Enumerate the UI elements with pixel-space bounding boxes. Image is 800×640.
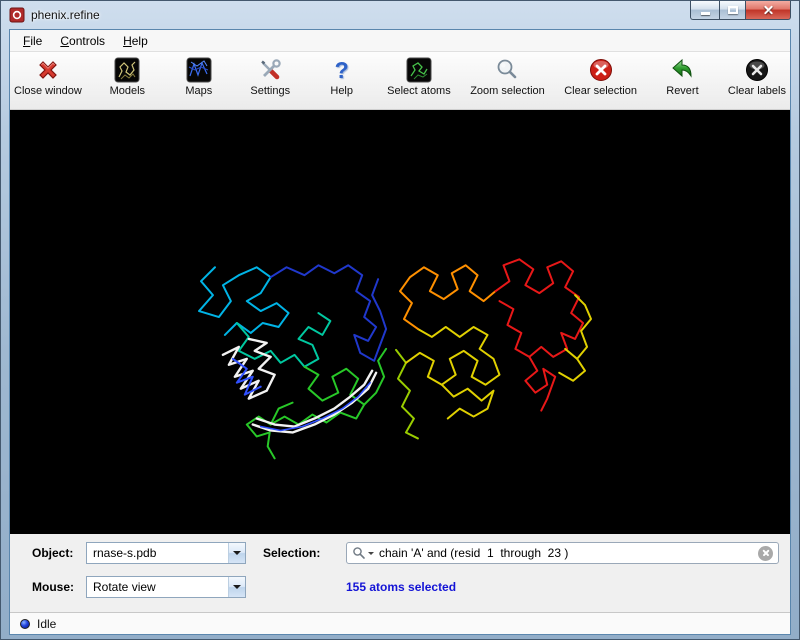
selection-input[interactable] <box>374 546 758 560</box>
toolbar-button-models[interactable]: Models <box>101 56 153 97</box>
mouse-mode-dropdown[interactable]: Rotate view <box>86 576 246 598</box>
toolbar-label: Clear selection <box>564 85 637 97</box>
clear-field-icon[interactable] <box>758 546 773 561</box>
chevron-down-icon <box>233 585 241 589</box>
object-dropdown-button[interactable] <box>228 543 245 563</box>
settings-icon <box>256 56 284 84</box>
window-controls <box>690 1 791 20</box>
menubar: File Controls Help <box>10 30 790 52</box>
app-icon <box>9 7 25 23</box>
toolbar-button-maps[interactable]: Maps <box>173 56 225 97</box>
mouse-mode-value: Rotate view <box>87 580 228 594</box>
select-atoms-icon <box>405 56 433 84</box>
toolbar-label: Settings <box>250 85 290 97</box>
chain-segment-yellow <box>565 295 591 359</box>
window-body: File Controls Help Close window <box>9 29 791 635</box>
status-text: Idle <box>37 617 56 631</box>
toolbar-button-close-window[interactable]: Close window <box>14 56 82 97</box>
toolbar-button-clear-selection[interactable]: Clear selection <box>564 56 637 97</box>
help-icon: ? <box>328 56 356 84</box>
toolbar-button-select-atoms[interactable]: Select atoms <box>387 56 451 97</box>
chain-segment-orange <box>400 265 496 329</box>
maps-icon <box>185 56 213 84</box>
window-title: phenix.refine <box>31 8 100 22</box>
toolbar-label: Help <box>330 85 353 97</box>
titlebar[interactable]: phenix.refine <box>1 1 799 29</box>
close-icon <box>762 4 775 17</box>
menu-item-file[interactable]: File <box>14 31 51 51</box>
toolbar: Close window Models <box>10 52 790 110</box>
search-icon <box>352 546 366 560</box>
maximize-button[interactable] <box>719 1 746 20</box>
controls-panel: Object: rnase-s.pdb Selection: Mouse: Ro… <box>10 534 790 612</box>
chain-segment-cyan <box>199 267 289 335</box>
clear-labels-icon <box>743 56 771 84</box>
toolbar-button-zoom-selection[interactable]: Zoom selection <box>470 56 545 97</box>
atoms-selected-count: 155 atoms selected <box>346 576 456 598</box>
toolbar-button-settings[interactable]: Settings <box>244 56 296 97</box>
phenix-refine-window: phenix.refine File Controls Help Cl <box>0 0 800 640</box>
maximize-icon <box>728 6 738 14</box>
object-dropdown-value: rnase-s.pdb <box>87 546 228 560</box>
selection-field[interactable] <box>346 542 779 564</box>
menu-item-controls[interactable]: Controls <box>51 31 114 51</box>
chain-segment-yellow <box>406 327 500 385</box>
chain-segment-red <box>525 357 555 411</box>
selection-label: Selection: <box>263 542 320 564</box>
status-led-icon <box>20 619 30 629</box>
zoom-selection-icon <box>493 56 521 84</box>
close-button[interactable] <box>746 1 791 20</box>
toolbar-label: Select atoms <box>387 85 451 97</box>
models-icon <box>113 56 141 84</box>
close-window-icon <box>34 56 62 84</box>
mouse-mode-dropdown-button[interactable] <box>228 577 245 597</box>
molecule-render <box>10 110 790 534</box>
menu-item-help[interactable]: Help <box>114 31 157 51</box>
minimize-icon <box>701 12 710 15</box>
object-label: Object: <box>32 542 73 564</box>
molecule-viewport[interactable] <box>10 110 790 534</box>
clear-selection-icon <box>587 56 615 84</box>
chain-segment-red <box>496 259 584 357</box>
status-bar: Idle <box>10 612 790 634</box>
chain-segment-yellow <box>559 359 585 381</box>
chain-segment-yellow <box>442 385 494 419</box>
toolbar-label: Models <box>110 85 145 97</box>
selection-highlight-white <box>223 339 275 399</box>
toolbar-button-help[interactable]: ? Help <box>316 56 368 97</box>
chevron-down-icon <box>233 551 241 555</box>
toolbar-label: Revert <box>666 85 698 97</box>
toolbar-label: Maps <box>185 85 212 97</box>
object-dropdown[interactable]: rnase-s.pdb <box>86 542 246 564</box>
toolbar-label: Clear labels <box>728 85 786 97</box>
toolbar-button-clear-labels[interactable]: Clear labels <box>728 56 786 97</box>
minimize-button[interactable] <box>690 1 719 20</box>
toolbar-button-revert[interactable]: Revert <box>656 56 708 97</box>
toolbar-label: Zoom selection <box>470 85 545 97</box>
mouse-label: Mouse: <box>32 576 74 598</box>
toolbar-label: Close window <box>14 85 82 97</box>
revert-icon <box>668 56 696 84</box>
